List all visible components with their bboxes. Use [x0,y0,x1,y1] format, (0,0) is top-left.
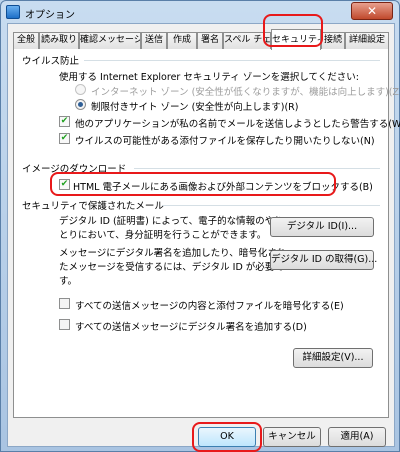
sign-all-checkbox[interactable] [59,319,70,330]
get-id-desc-line3: す。 [59,276,78,287]
block-external-checkbox[interactable]: ✔ [59,179,70,190]
group-divider [84,60,380,61]
tab-general[interactable]: 全般 [13,32,39,49]
close-button[interactable]: ✕ [351,2,393,20]
block-external-label: HTML 電子メールにある画像および外部コンテンツをブロックする(B) [73,182,373,193]
virus-group-label: ウイルス防止 [22,56,80,67]
dialog-client: 全般 読み取り 確認メッセージ 送信 作成 署名 スペル チェック セキュリティ… [7,14,400,452]
group-divider [134,168,380,169]
block-attachments-checkbox[interactable]: ✔ [59,133,70,144]
digital-id-desc-line2: とりにおいて、身分証明を行うことができます。 [59,230,267,241]
digital-id-desc-line1: デジタル ID (証明書) によって、電子的な情報のやり [59,216,284,227]
secure-group-label: セキュリティで保護されたメール [22,201,164,212]
security-panel: ウイルス防止 使用する Internet Explorer セキュリティ ゾーン… [13,49,400,418]
sign-all-label: すべての送信メッセージにデジタル署名を追加する(D) [75,322,307,333]
apply-button[interactable]: 適用(A) [328,427,386,447]
title-bar: オプション ✕ [1,1,399,23]
tab-security[interactable]: セキュリティ [271,29,321,50]
zone-restricted-radio[interactable] [75,99,86,110]
warn-send-checkbox[interactable]: ✔ [59,116,70,127]
image-group-label: イメージのダウンロード [22,164,127,175]
tab-strip: 全般 読み取り 確認メッセージ 送信 作成 署名 スペル チェック セキュリティ… [13,29,389,50]
get-digital-id-button[interactable]: デジタル ID の取得(G)... [270,250,377,270]
advanced-settings-button[interactable]: 詳細設定(V)... [293,348,373,368]
window-title: オプション [25,10,75,21]
tab-connection[interactable]: 接続 [321,32,345,49]
tab-read[interactable]: 読み取り [39,32,79,49]
tab-signatures[interactable]: 署名 [197,32,223,49]
warn-send-label: 他のアプリケーションが私の名前でメールを送信しようとしたら警告する(W) [75,119,400,130]
digital-id-button[interactable]: デジタル ID(I)... [270,217,374,237]
tab-spelling[interactable]: スペル チェック [223,32,271,49]
app-icon [6,5,20,19]
ok-button[interactable]: OK [198,427,256,447]
zone-prompt: 使用する Internet Explorer セキュリティ ゾーンを選択してくだ… [59,72,359,83]
tab-receipts[interactable]: 確認メッセージ [79,32,141,49]
options-dialog: オプション ✕ 全般 読み取り 確認メッセージ 送信 作成 署名 スペル チェッ… [0,0,400,452]
tab-compose[interactable]: 作成 [167,32,197,49]
cancel-button[interactable]: キャンセル [263,427,321,447]
block-attachments-label: ウイルスの可能性がある添付ファイルを保存したり開いたりしない(N) [75,136,375,147]
tab-send[interactable]: 送信 [141,32,167,49]
zone-internet-radio[interactable] [75,84,86,95]
group-divider [162,205,380,206]
encrypt-all-checkbox[interactable] [59,298,70,309]
tab-advanced[interactable]: 詳細設定 [345,32,389,49]
zone-internet-label: インターネット ゾーン (安全性が低くなりますが、機能は向上します)(Z) [91,87,400,98]
zone-restricted-label: 制限付きサイト ゾーン (安全性が向上します)(R) [91,102,299,113]
get-id-desc-line1: メッセージにデジタル署名を追加したり、暗号化され [59,248,287,259]
encrypt-all-label: すべての送信メッセージの内容と添付ファイルを暗号化する(E) [75,301,344,312]
get-id-desc-line2: たメッセージを受信するには、デジタル ID が必要で [59,262,284,273]
